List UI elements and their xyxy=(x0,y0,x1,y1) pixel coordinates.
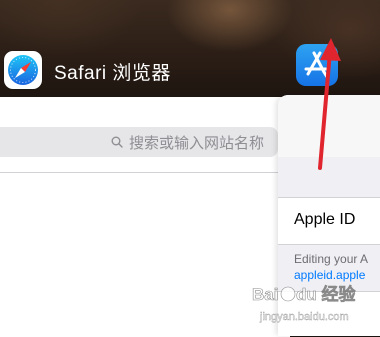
svg-text:Bai: Bai xyxy=(252,285,278,304)
svg-text:du 经验: du 经验 xyxy=(296,284,356,304)
svg-text:jingyan.baidu.com: jingyan.baidu.com xyxy=(259,311,349,323)
baidu-watermark-logo: Bai du 经验 jingyan.baidu.com xyxy=(252,284,357,324)
annotation-arrow xyxy=(318,38,341,170)
